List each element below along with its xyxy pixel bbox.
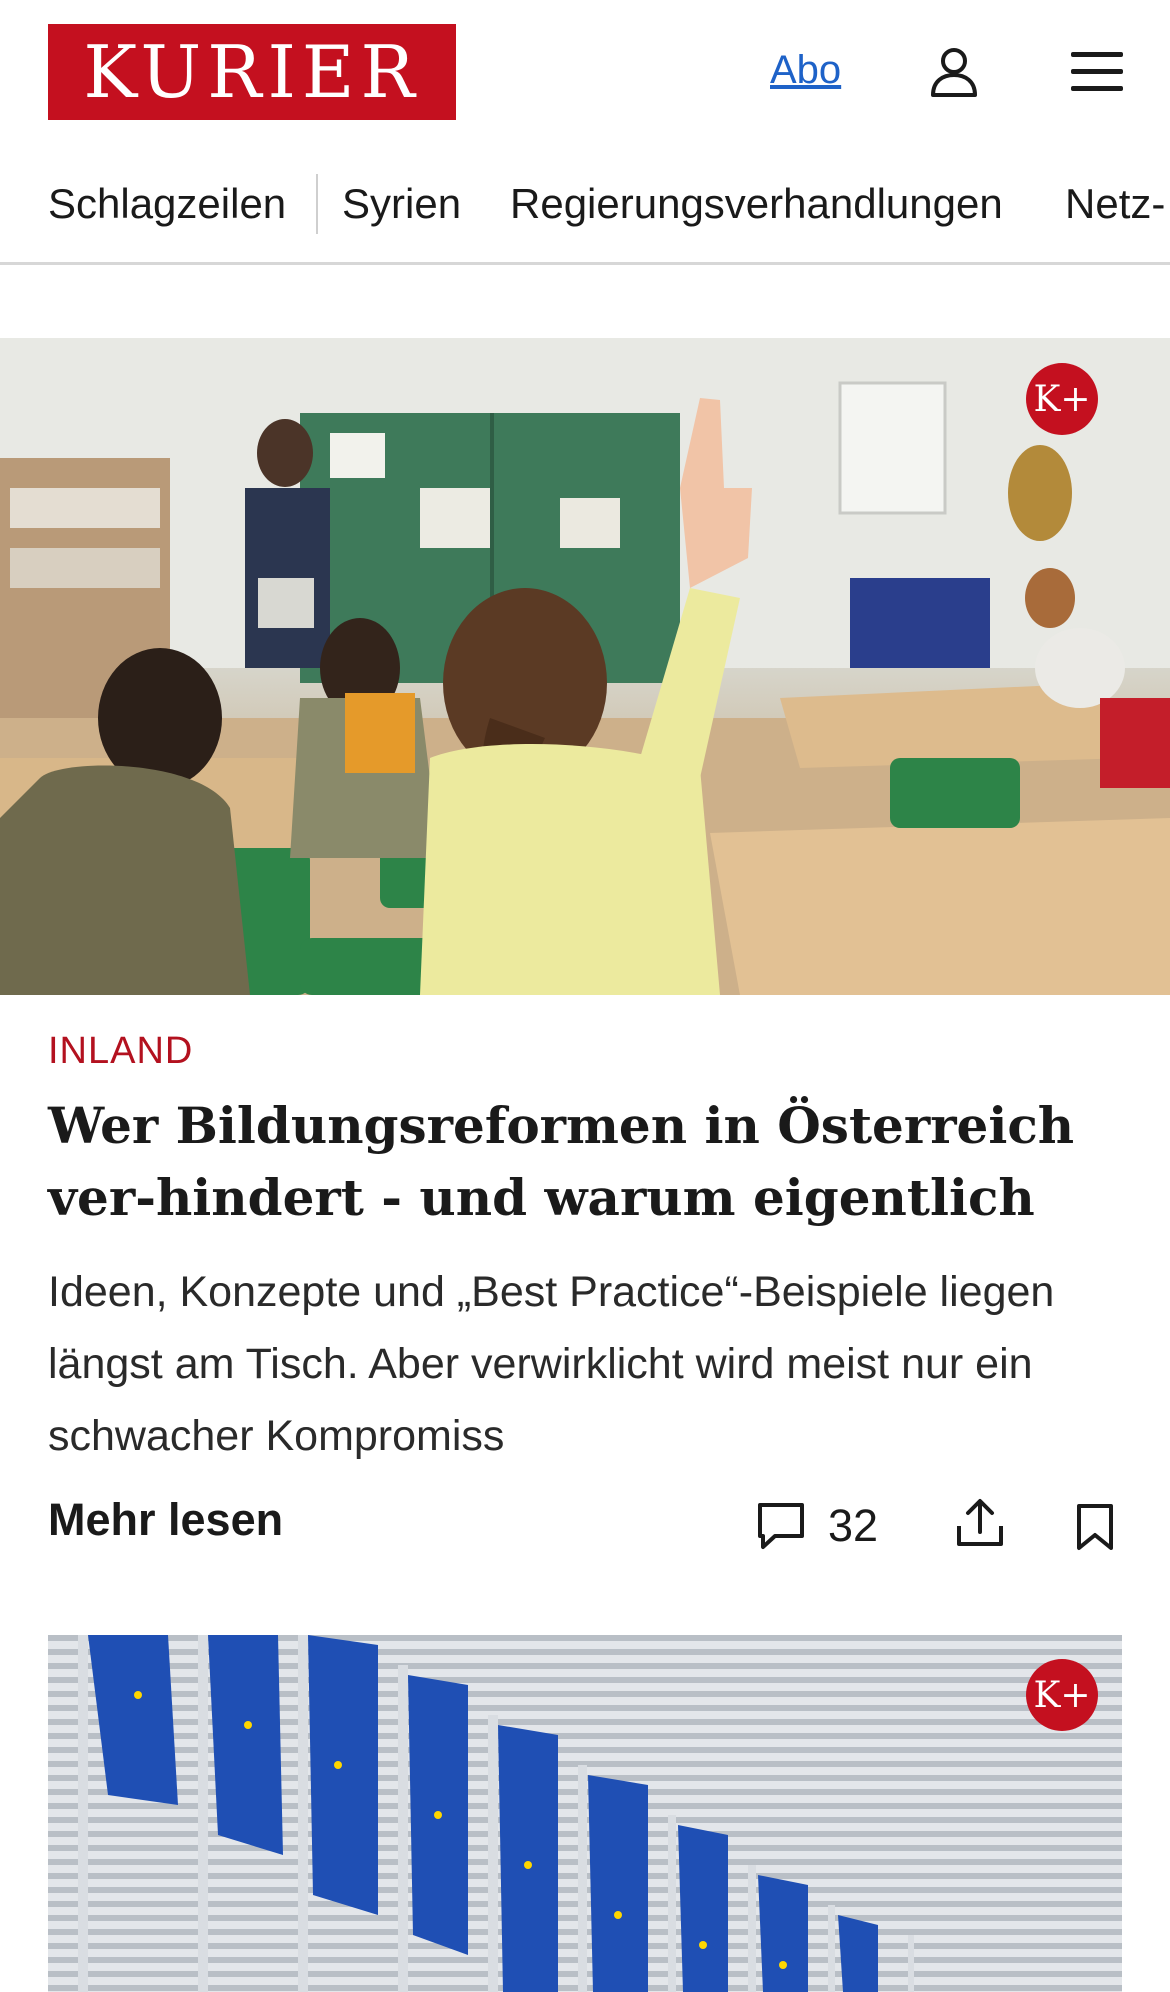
- kplus-badge: K+: [1026, 1659, 1098, 1731]
- read-more-link[interactable]: Mehr lesen: [48, 1494, 283, 1546]
- nav-divider: [316, 174, 318, 234]
- nav-item-schlagzeilen[interactable]: Schlagzeilen: [48, 180, 286, 228]
- kplus-badge: K+: [1026, 363, 1098, 435]
- kurier-logo[interactable]: KURIER: [48, 24, 456, 120]
- nav-item-netz[interactable]: Netz-: [1065, 180, 1165, 228]
- comment-count[interactable]: 32: [828, 1500, 878, 1552]
- article-category[interactable]: INLAND: [48, 1030, 193, 1073]
- article-image-classroom[interactable]: K+: [0, 338, 1170, 995]
- comment-icon[interactable]: [755, 1500, 807, 1552]
- menu-icon[interactable]: [1069, 48, 1125, 96]
- share-icon[interactable]: [953, 1496, 1007, 1550]
- article-image-eu-flags[interactable]: K+: [48, 1635, 1122, 1992]
- nav-item-syrien[interactable]: Syrien: [342, 180, 461, 228]
- bookmark-icon[interactable]: [1074, 1502, 1116, 1552]
- site-header: KURIER Abo: [0, 0, 1170, 150]
- article-headline[interactable]: Wer Bildungsreformen in Österreich ver-h…: [48, 1090, 1128, 1234]
- article-teaser[interactable]: Ideen, Konzepte und „Best Practice“-Beis…: [48, 1256, 1128, 1472]
- user-icon[interactable]: [927, 45, 981, 99]
- eu-flags-photo: [78, 1635, 914, 1992]
- classroom-photo: [0, 338, 1170, 995]
- nav-item-regierungsverhandlungen[interactable]: Regierungsverhandlungen: [510, 180, 1003, 228]
- topic-nav: Schlagzeilen Syrien Regierungsverhandlun…: [0, 162, 1170, 265]
- abo-link[interactable]: Abo: [770, 48, 841, 93]
